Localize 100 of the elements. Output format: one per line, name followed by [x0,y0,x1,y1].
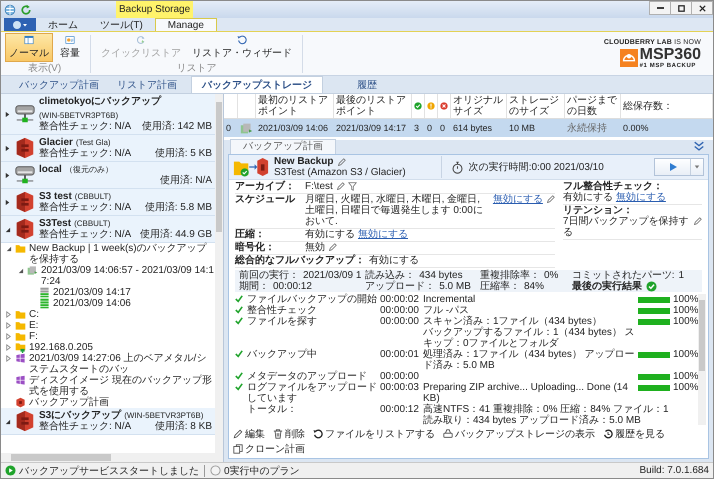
stat-label: アップロード： [365,281,436,292]
close-button[interactable] [691,1,713,15]
step-detail: Preparing ZIP archive... Uploading... Done (14 KB) [423,382,629,404]
column-header[interactable]: パージまでの日数 [567,95,618,117]
maximize-button[interactable] [670,1,692,15]
main-tab[interactable]: リストア計画 [103,76,191,93]
logo-brand: MSP360 [640,47,701,63]
action-button[interactable]: クローン計画 [233,442,305,456]
tree-item[interactable]: 192.168.0.205 [29,342,93,353]
expander-icon[interactable] [4,198,11,206]
disable-link[interactable]: 無効にする [358,229,408,240]
storage-card[interactable]: climetokyoにバックアップ (WIN-5BETVR3PT6B) 整合性チェック: N/A 使用済: 142 MB [1,94,215,135]
storage-account: (CBBULT) [74,191,112,202]
ribbon-button[interactable]: ノーマル [5,33,53,62]
edit-icon[interactable] [337,158,346,166]
filter-icon[interactable] [348,182,357,191]
storage-card[interactable]: Glacier (Test Gla) 整合性チェック: N/A 使用済: 5 KB [1,135,215,162]
tree-item[interactable]: E: [29,320,38,331]
ribbon-button[interactable]: 容量 [56,33,84,62]
setting-label: 暗号化： [235,242,276,253]
column-header[interactable]: ストレージのサイズ [509,95,562,117]
stat-value: 84% [524,281,544,292]
scrollbar[interactable] [1,453,223,462]
setting-label: リテンション： [562,205,633,216]
edit-icon[interactable] [336,182,345,191]
table-row[interactable]: 0 2021/03/09 14:06 2021/03/09 14:17 3 0 0 614 bytes 10 MB 永続保持 0.00% [224,119,713,137]
step-detail: バックアップするファイル：1（434 bytes） スキップ：0ファイルとフォルダ [423,327,635,349]
collapse-icon[interactable] [693,141,705,152]
maximize-icon [676,4,686,12]
tree-item[interactable]: F: [29,331,38,342]
storage-name: local [39,164,62,175]
app-menu-button[interactable] [4,18,36,31]
setting-label: フル整合性チェック： [562,181,663,192]
network-folder-icon [15,342,26,353]
plan-destination: S3Test (Amazon S3 / Glacier) [274,167,406,178]
tree-item[interactable]: ディスクイメージ 現在のバックアップ形式を使用する [29,375,215,397]
column-header[interactable]: 最後のリストアポイント [336,95,409,117]
windows-icon [15,375,26,386]
column-header[interactable]: 総保存数： [623,100,673,112]
storage-card[interactable]: S3 test (CBBULT) 整合性チェック: N/A 使用済: 5.8 MB [1,189,215,216]
action-button[interactable]: 編集 [233,427,265,441]
expander-icon[interactable] [4,144,11,152]
main-tab[interactable]: バックアップストレージ [191,76,323,93]
storage-card[interactable]: S3Test (CBBULT) 整合性チェック: N/A 使用済: 44.9 GB [1,216,215,243]
menu-tab[interactable]: ツール(T) [90,18,153,31]
storage-card[interactable]: S3にバックアップ (WIN-5BETVR3PT6B) 整合性チェック: N/A 使用済: 8 KB [1,408,215,435]
build-version: Build: 7.0.1.684 [640,465,709,476]
expander-icon[interactable] [17,267,24,274]
main-tab[interactable]: バックアップ計画 [15,76,103,93]
table-cell: 0.00% [623,123,649,133]
action-button[interactable]: ファイルをリストアする [313,427,435,441]
stat-value: 1 [678,270,684,281]
tree-item[interactable]: New Backup | 1 week(s)のバックアップを保持する [29,243,215,265]
edit-icon[interactable] [328,243,337,252]
logo-icon [620,49,638,67]
service-status: バックアップサービススタートしました [19,464,199,478]
tree-item[interactable]: C: [29,309,39,320]
main-tab[interactable]: 履歴 [323,76,411,93]
table-cell: 2021/03/09 14:06 [258,123,328,133]
scrollbar[interactable] [698,294,706,425]
stopwatch-icon [450,160,464,174]
copy-icon [233,444,243,454]
table-cell: 10 MB [509,123,536,133]
cloud-bucket-icon [14,191,36,213]
tree-item[interactable]: 2021/03/09 14:27:06 上のベアメタル/システムスタートのバッ [29,353,215,375]
disable-link[interactable]: 無効にする [616,192,666,203]
table-cell-text: 永続保持 [567,122,607,135]
expander-icon[interactable] [4,110,11,118]
windows-icon [15,353,26,364]
tree-item[interactable]: バックアップ計画 [29,397,109,408]
expander-icon[interactable] [4,418,11,424]
tree-item[interactable]: 2021/03/09 14:06:57 - 2021/03/09 14:17:24 [41,265,215,287]
drive-icon [443,429,453,439]
used-space: 使用済: 5.8 MB [144,202,212,213]
action-button[interactable]: バックアップストレージの表示 [443,427,595,441]
expander-icon[interactable] [4,226,11,232]
action-button[interactable]: 履歴を見る [603,427,665,441]
menu-tab[interactable]: ホーム [38,18,88,31]
tree-item[interactable]: 2021/03/09 14:17 [53,287,131,298]
tree-item[interactable]: 2021/03/09 14:06 [53,298,131,309]
scrollbar[interactable] [215,94,223,453]
column-header[interactable]: 最初のリストアポイント [258,95,331,117]
expander-icon[interactable] [5,245,12,252]
action-button[interactable]: 削除 [273,427,305,441]
step-label: ファイルバックアップの開始 [247,294,377,305]
detail-tab[interactable]: バックアップ計画 [230,139,336,154]
ribbon-button[interactable]: リストア・ウィザード [188,33,296,62]
setting-label: アーカイブ： [235,181,296,192]
restore-point-icon [39,298,50,309]
trash-icon [273,429,283,439]
minimize-button[interactable] [649,1,671,15]
expander-icon[interactable] [4,172,11,178]
disable-link[interactable]: 無効にする [492,194,543,205]
storage-card[interactable]: local （復元のみ） 使用済: N/A [1,162,215,189]
column-header[interactable]: オリジナルサイズ [453,95,504,117]
refresh-icon[interactable] [20,4,32,16]
menu-tab[interactable]: Manage [154,18,217,31]
setting-value: 無効 [305,242,325,253]
edit-icon[interactable] [546,195,555,204]
edit-icon[interactable] [693,217,702,226]
